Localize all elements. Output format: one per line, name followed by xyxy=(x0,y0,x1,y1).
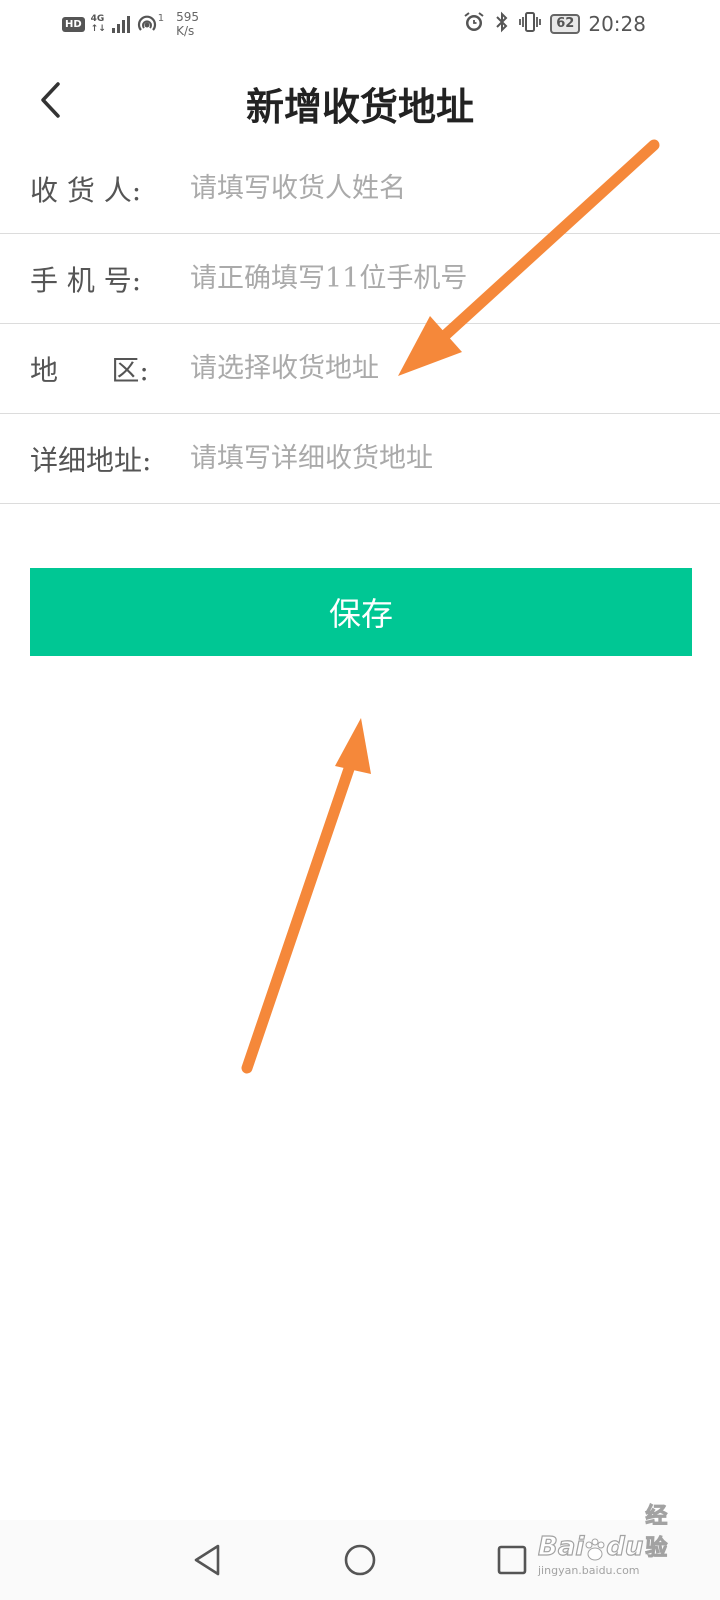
status-left: HD 4G ↑↓ 1 595 K/s xyxy=(62,8,199,40)
signal-icon xyxy=(111,15,130,33)
hd-badge: HD xyxy=(62,16,85,32)
hotspot-icon: 1 xyxy=(136,13,164,35)
triangle-back-icon xyxy=(194,1544,220,1576)
detail-address-label: 详细地址: xyxy=(30,443,152,477)
phone-input[interactable] xyxy=(190,248,700,309)
paw-icon xyxy=(584,1538,606,1562)
battery-icon: 62 xyxy=(550,14,581,34)
network-arrows: ↑↓ xyxy=(90,24,106,34)
nav-back-button[interactable] xyxy=(187,1540,227,1580)
network-type: 4G xyxy=(90,14,105,24)
watermark-suffix: 经验 xyxy=(645,1504,668,1562)
app-header: 新增收货地址 xyxy=(0,60,720,140)
baidu-jingyan-watermark: Bai du 经验 jingyan.baidu.com xyxy=(537,1504,678,1582)
watermark-url: jingyan.baidu.com xyxy=(538,1564,640,1577)
net-speed-value: 595 xyxy=(176,10,200,24)
detail-address-input[interactable] xyxy=(190,428,700,489)
page-title: 新增收货地址 xyxy=(245,84,474,129)
square-recents-icon xyxy=(497,1545,527,1575)
clock: 20:28 xyxy=(588,12,646,36)
region-selector[interactable] xyxy=(190,338,700,399)
detail-address-row: 详细地址: xyxy=(0,414,720,504)
status-right: 62 20:28 xyxy=(462,8,646,40)
watermark-brand-2: du xyxy=(606,1531,644,1562)
bluetooth-icon xyxy=(494,10,510,38)
alarm-icon xyxy=(462,10,486,38)
net-speed: 595 K/s xyxy=(176,10,199,38)
nav-recents-button[interactable] xyxy=(492,1540,532,1580)
recipient-row: 收 货 人: xyxy=(0,144,720,234)
hotspot-count: 1 xyxy=(157,13,165,24)
region-row[interactable]: 地 区: xyxy=(0,324,720,414)
recipient-input[interactable] xyxy=(190,158,700,219)
watermark-brand: Bai xyxy=(537,1531,585,1562)
phone-row: 手 机 号: xyxy=(0,234,720,324)
arrow-to-save-button xyxy=(241,718,371,1074)
nav-home-button[interactable] xyxy=(340,1540,380,1580)
phone-label: 手 机 号: xyxy=(30,263,142,297)
region-label: 地 区: xyxy=(30,353,149,387)
status-bar: HD 4G ↑↓ 1 595 K/s 62 20:28 xyxy=(0,0,720,48)
network-indicator: 4G ↑↓ xyxy=(91,14,106,34)
recipient-label: 收 货 人: xyxy=(30,173,142,207)
net-speed-unit: K/s xyxy=(176,24,195,38)
address-form: 收 货 人: 手 机 号: 地 区: 详细地址: xyxy=(0,144,720,504)
save-button[interactable]: 保存 xyxy=(30,568,692,656)
vibrate-icon xyxy=(518,10,542,38)
circle-home-icon xyxy=(344,1544,376,1576)
